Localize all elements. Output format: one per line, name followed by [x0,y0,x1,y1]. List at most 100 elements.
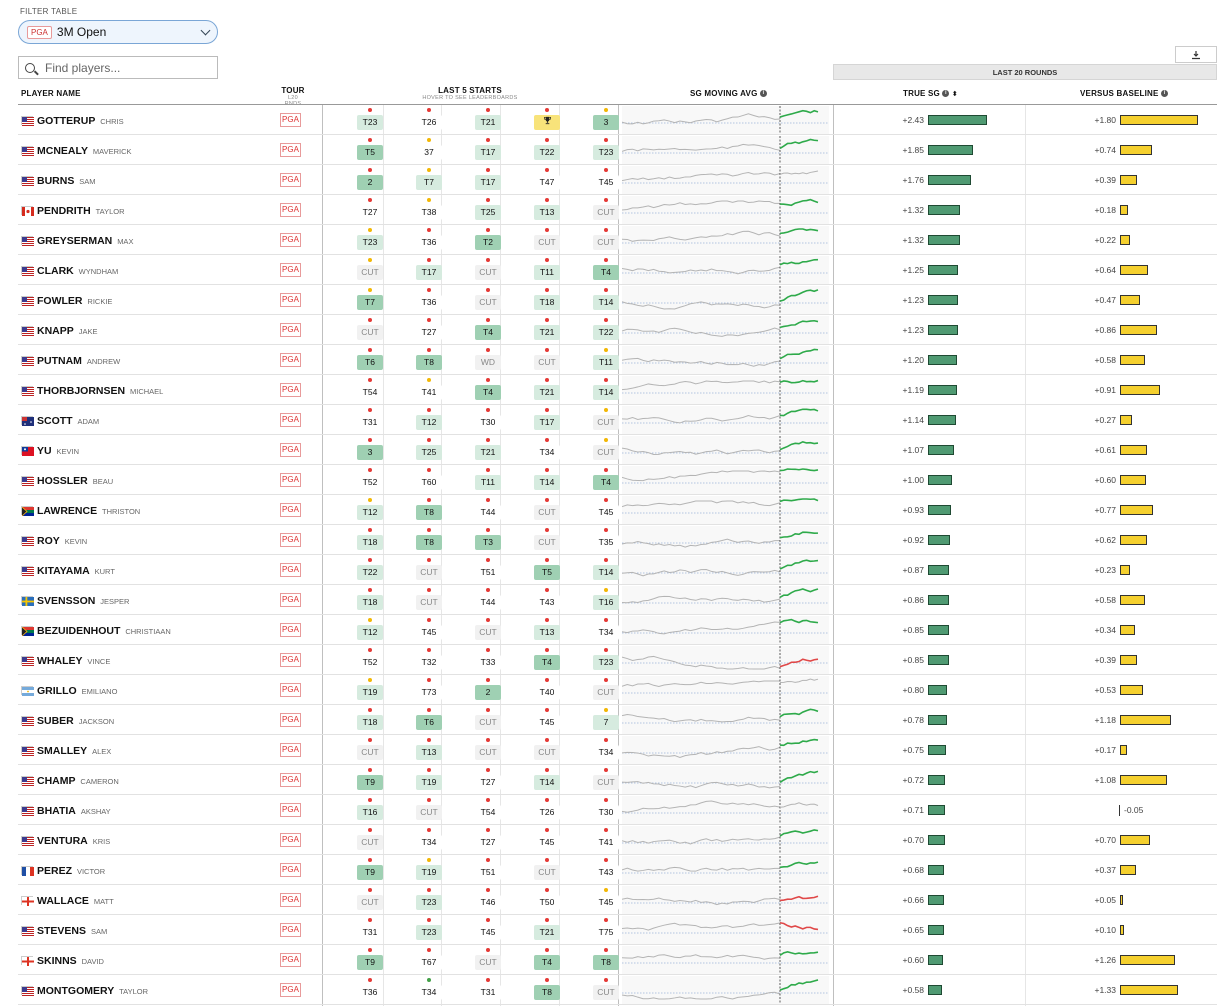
finish-badge[interactable]: T23 [593,145,619,160]
finish-badge[interactable]: CUT [534,505,560,520]
player-name[interactable]: GREYSERMAN MAX [37,235,133,247]
chevron-down-icon[interactable] [200,25,211,36]
player-name[interactable]: SUBER JACKSON [37,715,114,727]
player-search[interactable] [18,56,218,79]
player-name[interactable]: STEVENS SAM [37,925,107,937]
finish-badge[interactable]: CUT [416,805,442,820]
finish-badge[interactable]: T25 [416,445,442,460]
finish-badge[interactable]: 2 [357,175,383,190]
finish-badge[interactable]: T4 [475,325,501,340]
finish-badge[interactable]: T21 [475,115,501,130]
finish-badge[interactable]: T23 [357,115,383,130]
finish-badge[interactable]: T45 [416,625,442,640]
finish-badge[interactable]: T23 [416,925,442,940]
player-name[interactable]: WHALEY VINCE [37,655,110,667]
finish-badge[interactable]: CUT [475,715,501,730]
finish-badge[interactable]: T23 [593,655,619,670]
finish-badge[interactable]: T4 [593,475,619,490]
table-row[interactable]: BHATIA AKSHAY PGA T16 CUT T54 T26 T30 +0.71 -0.0… [18,795,1217,825]
finish-badge[interactable]: CUT [593,235,619,250]
table-row[interactable]: BURNS SAM PGA 2 T7 T17 T47 T45 +1.76 +0.39 [18,165,1217,195]
finish-badge[interactable]: T16 [357,805,383,820]
finish-badge[interactable]: T67 [416,955,442,970]
finish-badge[interactable]: T19 [416,775,442,790]
finish-badge[interactable]: T34 [534,445,560,460]
finish-badge[interactable]: CUT [357,835,383,850]
finish-badge[interactable]: T23 [357,235,383,250]
finish-badge[interactable]: CUT [357,265,383,280]
finish-badge[interactable]: T13 [534,205,560,220]
finish-badge[interactable]: T34 [593,625,619,640]
table-row[interactable]: GOTTERUP CHRIS PGA T23 T26 T21 3 +2.43 +1.80 [18,105,1217,135]
finish-badge[interactable]: T45 [475,925,501,940]
finish-badge[interactable]: T31 [357,415,383,430]
player-name[interactable]: HOSSLER BEAU [37,475,113,487]
finish-badge[interactable]: T4 [534,655,560,670]
player-name[interactable]: FOWLER RICKIE [37,295,112,307]
finish-badge[interactable]: T40 [534,685,560,700]
finish-badge[interactable]: T34 [593,745,619,760]
finish-badge[interactable]: CUT [357,325,383,340]
table-row[interactable]: MONTGOMERY TAYLOR PGA T36 T34 T31 T8 CUT +0.58 +… [18,975,1217,1005]
event-select[interactable]: PGA 3M Open [18,20,218,44]
finish-badge[interactable]: T45 [593,505,619,520]
download-button[interactable] [1175,46,1217,63]
finish-badge[interactable]: T50 [534,895,560,910]
finish-badge[interactable]: CUT [534,355,560,370]
finish-badge[interactable]: T18 [357,715,383,730]
table-row[interactable]: WHALEY VINCE PGA T52 T32 T33 T4 T23 +0.85 +0.39 [18,645,1217,675]
header-versus-baseline[interactable]: VERSUS BASELINE i [1080,89,1169,98]
finish-badge[interactable]: T17 [534,415,560,430]
player-name[interactable]: BURNS SAM [37,175,96,187]
finish-badge[interactable]: T12 [357,505,383,520]
finish-badge[interactable]: T26 [534,805,560,820]
player-name[interactable]: ROY KEVIN [37,535,87,547]
finish-badge[interactable]: CUT [593,775,619,790]
finish-badge[interactable]: T51 [475,565,501,580]
finish-badge[interactable]: 37 [416,145,442,160]
table-row[interactable]: VENTURA KRIS PGA CUT T34 T27 T45 T41 +0.70 +0.70 [18,825,1217,855]
table-row[interactable]: LAWRENCE THRISTON PGA T12 T8 T44 CUT T45 +0.93 +… [18,495,1217,525]
finish-badge[interactable]: T8 [416,505,442,520]
finish-badge[interactable]: T34 [416,835,442,850]
sort-icon[interactable]: ⬍ [952,91,958,98]
finish-badge[interactable]: T14 [593,295,619,310]
finish-badge[interactable]: T9 [357,775,383,790]
finish-badge[interactable]: CUT [534,745,560,760]
player-name[interactable]: MCNEALY MAVERICK [37,145,132,157]
finish-badge[interactable]: T22 [593,325,619,340]
search-input[interactable] [45,60,205,75]
table-row[interactable]: SKINNS DAVID PGA T9 T67 CUT T4 T8 +0.60 +1.26 [18,945,1217,975]
table-row[interactable]: HOSSLER BEAU PGA T52 T60 T11 T14 T4 +1.00 +0.60 [18,465,1217,495]
finish-badge[interactable]: T23 [416,895,442,910]
finish-badge[interactable]: T60 [416,475,442,490]
info-icon[interactable]: i [759,90,767,98]
finish-badge[interactable]: T8 [593,955,619,970]
finish-badge[interactable]: T27 [475,835,501,850]
player-name[interactable]: SCOTT ADAM [37,415,99,427]
finish-badge[interactable]: T27 [475,775,501,790]
table-row[interactable]: SCOTT ADAM PGA T31 T12 T30 T17 CUT +1.14 +0.27 [18,405,1217,435]
table-row[interactable]: SUBER JACKSON PGA T18 T6 CUT T45 7 +0.78 +1.18 [18,705,1217,735]
finish-badge[interactable]: T7 [416,175,442,190]
finish-badge[interactable]: T9 [357,865,383,880]
finish-badge[interactable]: T46 [475,895,501,910]
player-name[interactable]: MONTGOMERY TAYLOR [37,985,148,997]
finish-badge[interactable]: T41 [593,835,619,850]
finish-badge[interactable]: T26 [416,115,442,130]
table-row[interactable]: KNAPP JAKE PGA CUT T27 T4 T21 T22 +1.23 +0.86 [18,315,1217,345]
finish-badge[interactable]: CUT [475,295,501,310]
finish-badge[interactable]: 7 [593,715,619,730]
table-row[interactable]: YU KEVIN PGA 3 T25 T21 T34 CUT +1.07 +0.61 [18,435,1217,465]
finish-badge[interactable]: T19 [357,685,383,700]
finish-badge[interactable]: T44 [475,505,501,520]
finish-badge[interactable]: T51 [475,865,501,880]
finish-badge[interactable]: T18 [534,295,560,310]
finish-badge[interactable]: T52 [357,655,383,670]
table-row[interactable]: WALLACE MATT PGA CUT T23 T46 T50 T45 +0.66 +0.05 [18,885,1217,915]
finish-badge[interactable]: T17 [416,265,442,280]
finish-badge[interactable]: T45 [534,835,560,850]
player-name[interactable]: YU KEVIN [37,445,79,457]
table-row[interactable]: GREYSERMAN MAX PGA T23 T36 T2 CUT CUT +1.32 +0.2… [18,225,1217,255]
player-name[interactable]: BEZUIDENHOUT CHRISTIAAN [37,625,171,637]
